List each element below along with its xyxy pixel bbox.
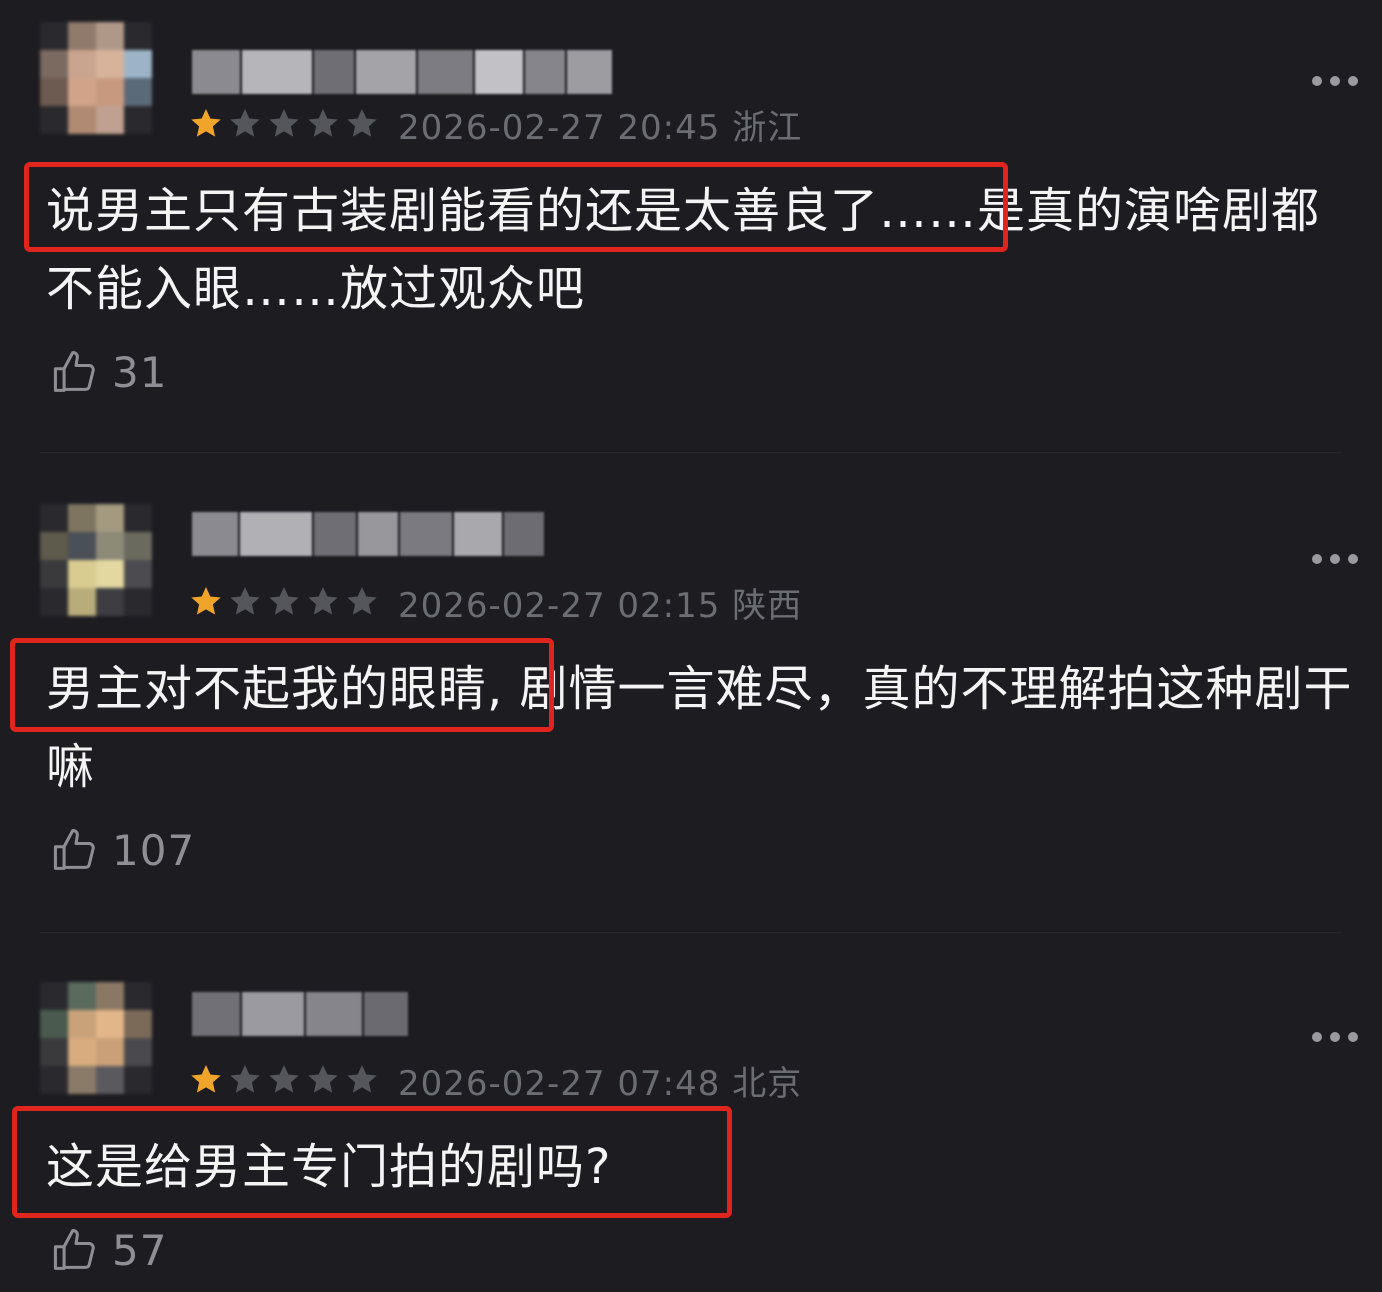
like-button[interactable]: 31 bbox=[50, 346, 167, 398]
star-empty-icon bbox=[347, 109, 377, 137]
comment-timestamp-location: 2026-02-27 02:15 陕西 bbox=[398, 585, 803, 626]
like-button[interactable]: 57 bbox=[50, 1224, 167, 1276]
avatar[interactable] bbox=[40, 504, 152, 616]
star-empty-icon bbox=[269, 587, 299, 615]
username-blurred[interactable] bbox=[192, 992, 408, 1036]
thumbs-up-icon bbox=[53, 828, 95, 870]
comment-timestamp-location: 2026-02-27 07:48 北京 bbox=[398, 1063, 803, 1104]
thumbs-up-icon bbox=[53, 350, 95, 392]
more-dots-icon bbox=[1312, 554, 1322, 564]
more-dots-icon bbox=[1312, 76, 1322, 86]
username-blurred[interactable] bbox=[192, 50, 612, 94]
star-filled-icon bbox=[191, 1065, 221, 1093]
username-blurred[interactable] bbox=[192, 512, 544, 556]
star-empty-icon bbox=[347, 587, 377, 615]
star-rating bbox=[188, 1062, 380, 1098]
star-filled-icon bbox=[191, 109, 221, 137]
divider bbox=[40, 452, 1342, 453]
highlight-box bbox=[24, 162, 1008, 252]
star-empty-icon bbox=[308, 1065, 338, 1093]
star-empty-icon bbox=[347, 1065, 377, 1093]
star-rating bbox=[188, 106, 380, 142]
comment-meta: 2026-02-27 20:45 浙江 bbox=[188, 104, 802, 148]
comment-meta: 2026-02-27 02:15 陕西 bbox=[188, 582, 802, 626]
like-count: 107 bbox=[112, 825, 196, 875]
divider bbox=[40, 932, 1342, 933]
avatar[interactable] bbox=[40, 22, 152, 134]
like-count: 57 bbox=[112, 1225, 168, 1275]
more-dots-icon bbox=[1312, 1032, 1322, 1042]
more-options-button[interactable] bbox=[1312, 554, 1358, 564]
highlight-box bbox=[12, 1106, 732, 1218]
like-button[interactable]: 107 bbox=[50, 824, 195, 876]
like-count: 31 bbox=[112, 347, 168, 397]
comment-timestamp-location: 2026-02-27 20:45 浙江 bbox=[398, 107, 803, 148]
star-empty-icon bbox=[230, 587, 260, 615]
thumbs-up-icon bbox=[53, 1228, 95, 1270]
star-empty-icon bbox=[308, 109, 338, 137]
star-empty-icon bbox=[230, 109, 260, 137]
more-options-button[interactable] bbox=[1312, 76, 1358, 86]
star-empty-icon bbox=[308, 587, 338, 615]
comment-meta: 2026-02-27 07:48 北京 bbox=[188, 1060, 802, 1104]
star-empty-icon bbox=[269, 109, 299, 137]
more-options-button[interactable] bbox=[1312, 1032, 1358, 1042]
star-filled-icon bbox=[191, 587, 221, 615]
star-empty-icon bbox=[269, 1065, 299, 1093]
star-rating bbox=[188, 584, 380, 620]
star-empty-icon bbox=[230, 1065, 260, 1093]
highlight-box bbox=[10, 638, 554, 732]
avatar[interactable] bbox=[40, 982, 152, 1094]
